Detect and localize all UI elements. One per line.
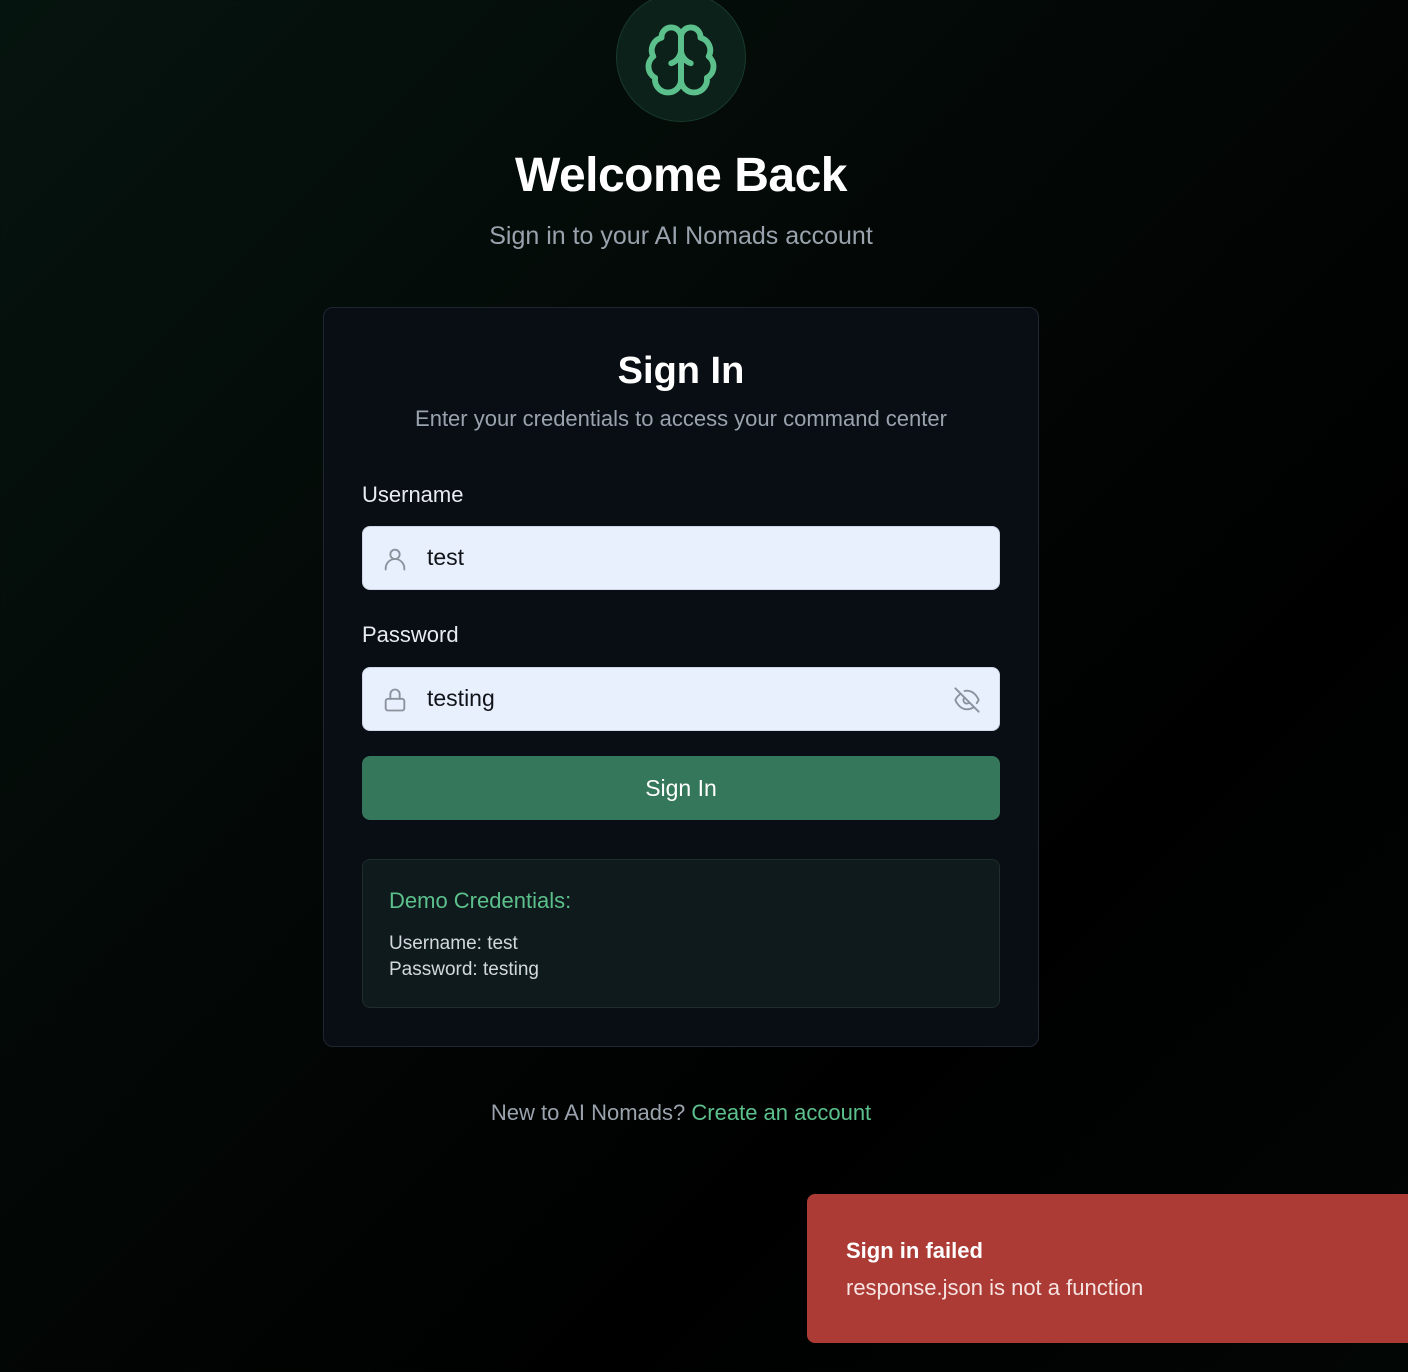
lock-icon — [384, 688, 406, 712]
password-label: Password — [362, 622, 459, 647]
signin-button[interactable]: Sign In — [362, 756, 1000, 820]
page-title: Welcome Back — [515, 149, 847, 202]
user-icon — [384, 548, 406, 571]
create-account-link[interactable]: Create an account — [691, 1100, 871, 1125]
demo-credentials-box: Demo Credentials: Username: test Passwor… — [362, 859, 1000, 1008]
error-toast[interactable]: Sign in failed response.json is not a fu… — [807, 1194, 1408, 1343]
signup-prompt-text: New to AI Nomads? — [490, 1100, 686, 1125]
eye-off-icon[interactable] — [953, 686, 981, 714]
toast-message: response.json is not a function — [846, 1275, 1144, 1300]
page-subtitle: Sign in to your AI Nomads account — [489, 222, 873, 250]
demo-credentials-title: Demo Credentials: — [389, 888, 572, 913]
username-field[interactable]: test — [362, 526, 1000, 590]
password-field[interactable]: testing — [362, 667, 1000, 731]
signup-prompt: New to AI Nomads? Create an account — [0, 1100, 1362, 1126]
demo-password-line: Password: testing — [389, 959, 539, 980]
logo-badge — [616, 0, 746, 122]
brain-icon — [645, 24, 717, 96]
demo-username-line: Username: test — [389, 933, 518, 954]
card-title: Sign In — [617, 350, 745, 392]
password-value[interactable]: testing — [427, 685, 495, 712]
card-subtitle: Enter your credentials to access your co… — [415, 406, 947, 431]
username-label: Username — [362, 482, 464, 507]
username-value[interactable]: test — [427, 544, 464, 571]
toast-title: Sign in failed — [846, 1238, 983, 1263]
